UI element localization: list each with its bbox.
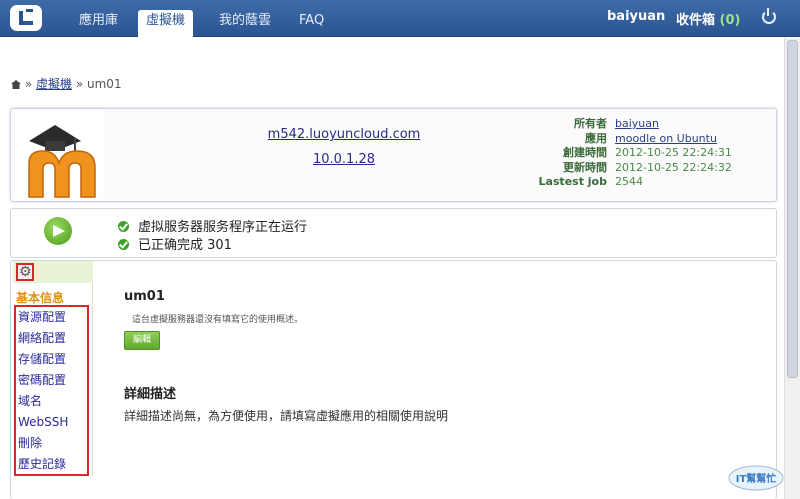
vm-status-panel: 虚拟服务器服务程序正在运行 已正确完成 301 (10, 208, 777, 258)
status-completed: 已正确完成 301 (118, 234, 232, 253)
side-menu: 基本信息 資源配置 網絡配置 存儲配置 密碼配置 域名 WebSSH 刪除 歷史… (13, 261, 93, 476)
status-running: 虚拟服务器服务程序正在运行 (118, 216, 307, 235)
inbox-label: 收件箱 (676, 13, 716, 28)
inbox-link[interactable]: 收件箱 (0) (676, 9, 740, 28)
scroll-thumb[interactable] (787, 40, 798, 378)
go-arrow-icon[interactable] (44, 217, 72, 245)
vm-name-title: um01 (124, 289, 165, 304)
watermark-text: IT幫幫忙 (736, 472, 777, 485)
vm-ip-link[interactable]: 10.0.1.28 (244, 152, 444, 167)
app-link[interactable]: moodle on Ubuntu (615, 132, 717, 145)
breadcrumb: » 虛擬機 » um01 (11, 75, 122, 92)
side-item-domain[interactable]: 域名 (16, 391, 87, 412)
side-item-storage[interactable]: 存儲配置 (16, 349, 87, 370)
gear-icon[interactable] (16, 263, 34, 281)
side-heading: 基本信息 (16, 291, 65, 305)
nav-faq[interactable]: FAQ (291, 10, 332, 37)
side-menu-list: 資源配置 網絡配置 存儲配置 密碼配置 域名 WebSSH 刪除 歷史記錄 (14, 305, 89, 476)
owner-link[interactable]: baiyuan (615, 117, 659, 130)
page-scrollbar[interactable] (784, 38, 800, 499)
vm-description: 這台虛擬服務器還沒有填寫它的使用概述。 (132, 315, 304, 325)
edit-button[interactable]: 編輯 (124, 331, 160, 350)
check-icon (118, 239, 129, 250)
detail-text: 詳細描述尚無，為方便使用，請填寫虛擬應用的相關使用說明 (124, 409, 449, 423)
breadcrumb-separator: » (75, 77, 84, 91)
vm-domain-link[interactable]: m542.luoyuncloud.com (244, 127, 444, 142)
app-logo[interactable] (10, 5, 42, 31)
settings-header (13, 261, 93, 283)
meta-latest-job: Lastest job 2544 (538, 175, 643, 189)
check-icon (118, 221, 129, 232)
watermark-logo: IT幫幫忙 (728, 465, 784, 491)
vm-address-block: m542.luoyuncloud.com 10.0.1.28 (244, 127, 444, 177)
meta-updated: 更新時間 2012-10-25 22:24:32 (563, 160, 732, 174)
breadcrumb-vm-link[interactable]: 虛擬機 (36, 77, 72, 91)
meta-owner: 所有者 baiyuan (574, 117, 659, 130)
detail-title: 詳細描述 (124, 387, 177, 402)
nav-app-library[interactable]: 應用庫 (71, 10, 126, 37)
meta-app: 應用 moodle on Ubuntu (585, 131, 717, 145)
vm-meta: 所有者 baiyuan 應用 moodle on Ubuntu 創建時間 201… (531, 117, 732, 190)
vm-detail-panel: 基本信息 資源配置 網絡配置 存儲配置 密碼配置 域名 WebSSH 刪除 歷史… (10, 260, 777, 499)
side-item-delete[interactable]: 刪除 (16, 433, 87, 454)
meta-created: 創建時間 2012-10-25 22:24:31 (563, 146, 732, 160)
power-icon[interactable] (762, 8, 776, 24)
side-item-password[interactable]: 密碼配置 (16, 370, 87, 391)
side-item-history[interactable]: 歷史記錄 (16, 454, 87, 475)
home-icon[interactable] (11, 80, 21, 89)
nav-virtual-machines[interactable]: 虛擬機 (138, 10, 194, 37)
nav-my-cloud[interactable]: 我的蔭雲 (211, 10, 279, 37)
side-item-resources[interactable]: 資源配置 (16, 307, 87, 328)
vm-info-panel: m542.luoyuncloud.com 10.0.1.28 所有者 baiyu… (10, 108, 777, 202)
moodle-logo-icon (15, 111, 103, 199)
inbox-count: (0) (719, 13, 741, 28)
side-item-webssh[interactable]: WebSSH (16, 412, 87, 433)
side-item-network[interactable]: 網絡配置 (16, 328, 87, 349)
breadcrumb-separator: » (24, 77, 33, 91)
top-nav-bar: 應用庫 虛擬機 我的蔭雲 FAQ baiyuan 收件箱 (0) (0, 0, 800, 37)
breadcrumb-current: um01 (87, 77, 122, 91)
user-name[interactable]: baiyuan (607, 9, 665, 24)
